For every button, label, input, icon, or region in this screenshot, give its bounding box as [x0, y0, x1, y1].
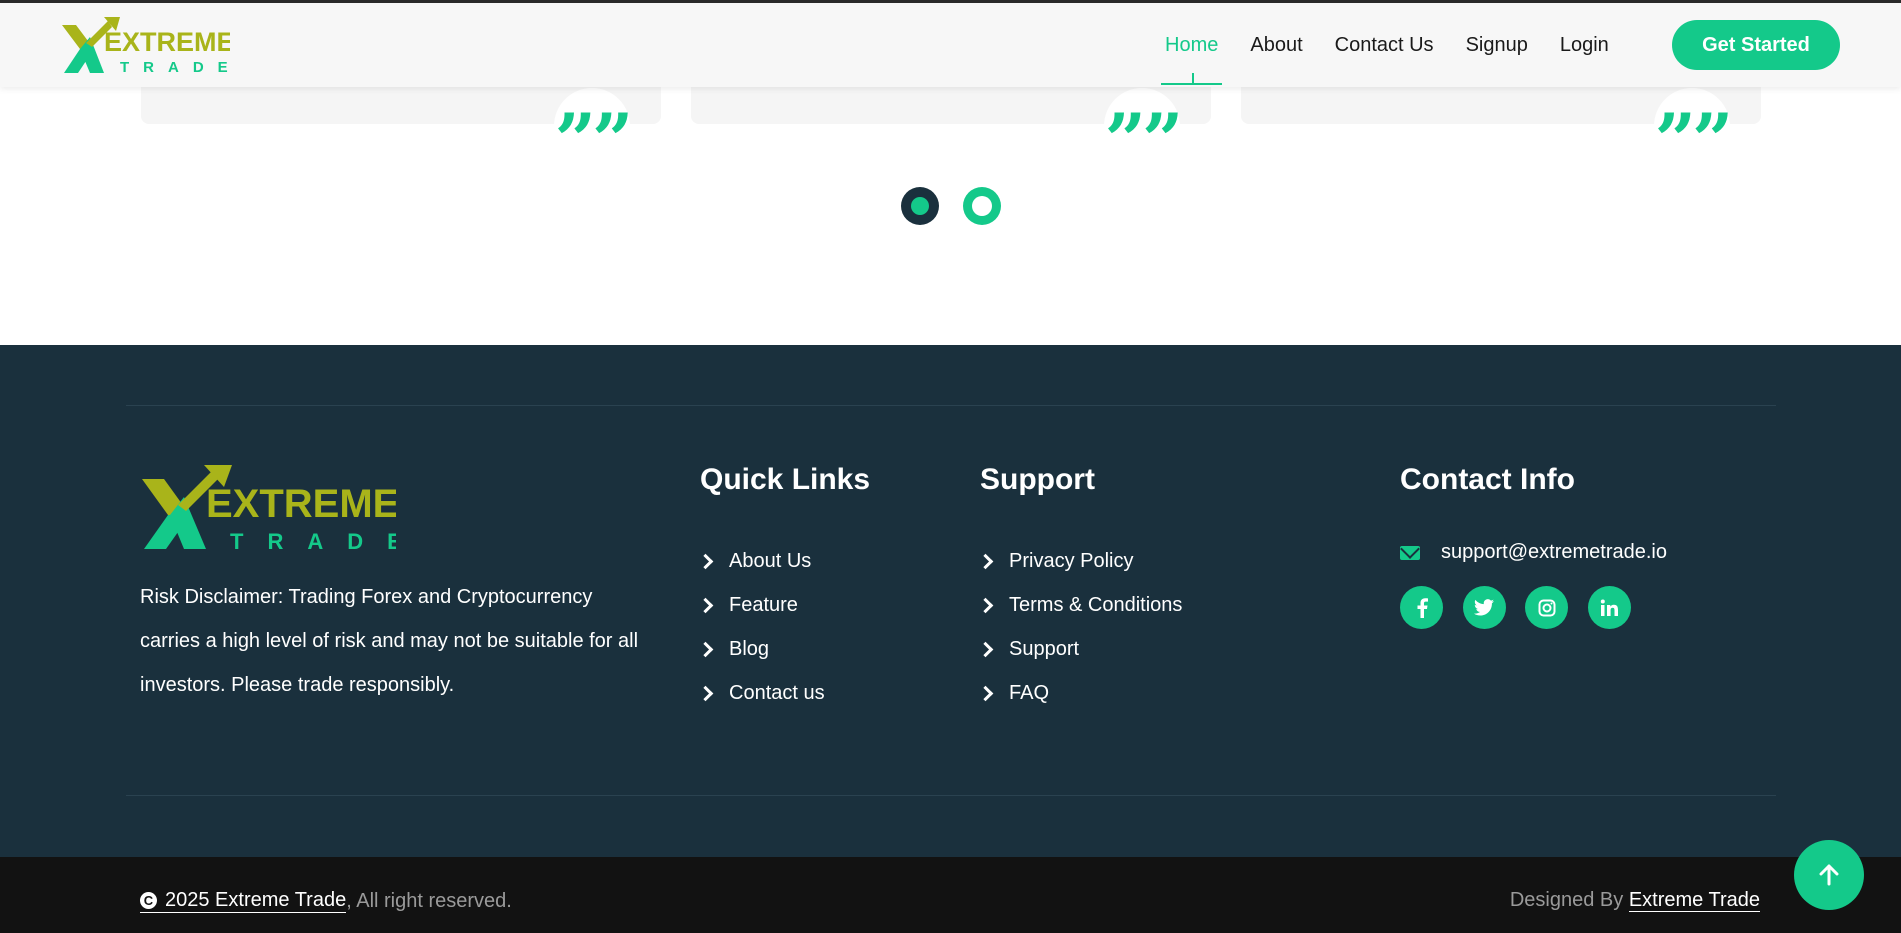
site-footer: EXTREME TRADE Risk Disclaimer: Trading F… — [0, 345, 1901, 857]
footer-link-terms[interactable]: Terms & Conditions — [977, 583, 1182, 627]
chevron-right-icon — [977, 641, 994, 657]
social-links — [1400, 586, 1650, 629]
linkedin-icon[interactable] — [1587, 586, 1631, 629]
designer-link[interactable]: Extreme Trade — [1628, 889, 1760, 912]
carousel-dot-2[interactable] — [963, 187, 1001, 225]
quote-icon: ”” — [1654, 88, 1733, 176]
footer-link-contact-us[interactable]: Contact us — [697, 671, 825, 715]
facebook-icon[interactable] — [1400, 586, 1443, 629]
envelope-icon — [1400, 545, 1420, 560]
chevron-right-icon — [977, 553, 994, 569]
chevron-right-icon — [977, 597, 994, 613]
footer-link-faq[interactable]: FAQ — [977, 671, 1182, 715]
quick-links-title: Quick Links — [700, 463, 871, 496]
svg-text:EXTREME: EXTREME — [104, 27, 230, 57]
twitter-icon[interactable] — [1462, 586, 1506, 629]
chevron-right-icon — [697, 641, 714, 657]
carousel-dot-1[interactable] — [901, 187, 939, 225]
nav-signup[interactable]: Signup — [1466, 3, 1528, 87]
designed-by: Designed By Extreme Trade — [1509, 889, 1760, 912]
site-header: EXTREME TRADE Home About Contact Us Sign… — [0, 3, 1901, 87]
main-nav: Home About Contact Us Signup Login — [1160, 3, 1609, 87]
support-title: Support — [980, 463, 1095, 496]
svg-text:TRADE: TRADE — [230, 529, 396, 553]
arrow-up-icon — [1819, 864, 1839, 886]
footer-divider — [126, 405, 1776, 406]
chevron-right-icon — [697, 597, 714, 613]
contact-email[interactable]: support@extremetrade.io — [1400, 541, 1667, 564]
footer-link-blog[interactable]: Blog — [697, 627, 825, 671]
footer-divider — [126, 795, 1776, 796]
nav-about[interactable]: About — [1250, 3, 1302, 87]
footer-link-privacy-policy[interactable]: Privacy Policy — [977, 539, 1182, 583]
nav-contact-us[interactable]: Contact Us — [1335, 3, 1434, 87]
nav-home[interactable]: Home — [1160, 3, 1223, 87]
get-started-button[interactable]: Get Started — [1672, 20, 1840, 70]
footer-link-feature[interactable]: Feature — [697, 583, 825, 627]
instagram-icon[interactable] — [1525, 586, 1568, 629]
chevron-right-icon — [697, 553, 714, 569]
svg-text:TRADE: TRADE — [120, 59, 230, 75]
quick-links-list: About Us Feature Blog Contact us — [697, 539, 825, 715]
copyright-bar: C 2025 Extreme Trade , All right reserved… — [0, 857, 1901, 933]
quote-icon: ”” — [554, 88, 633, 176]
support-list: Privacy Policy Terms & Conditions Suppor… — [977, 539, 1182, 715]
copyright-text: C 2025 Extreme Trade , All right reserved… — [140, 889, 512, 913]
contact-info-title: Contact Info — [1400, 463, 1575, 496]
nav-login[interactable]: Login — [1560, 3, 1609, 87]
copyright-icon: C — [140, 892, 157, 909]
copyright-brand-link[interactable]: C 2025 Extreme Trade — [140, 889, 347, 913]
svg-text:EXTREME: EXTREME — [206, 482, 396, 526]
scroll-to-top-button[interactable] — [1794, 840, 1864, 910]
risk-disclaimer: Risk Disclaimer: Trading Forex and Crypt… — [140, 586, 639, 696]
chevron-right-icon — [977, 685, 994, 701]
footer-logo[interactable]: EXTREME TRADE — [140, 465, 396, 553]
brand-logo[interactable]: EXTREME TRADE — [60, 17, 230, 75]
footer-link-support[interactable]: Support — [977, 627, 1182, 671]
footer-link-about-us[interactable]: About Us — [697, 539, 825, 583]
quote-icon: ”” — [1104, 88, 1183, 176]
chevron-right-icon — [697, 685, 714, 701]
